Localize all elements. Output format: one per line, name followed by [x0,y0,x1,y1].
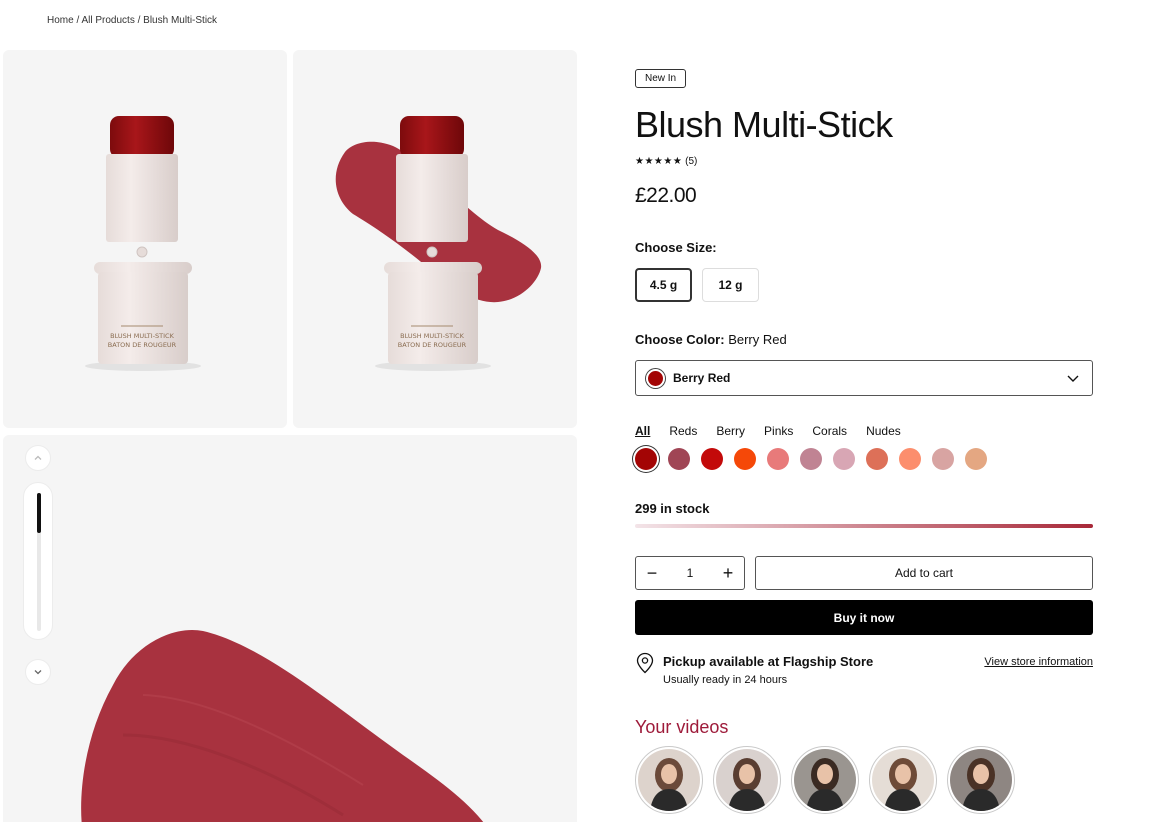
product-gallery: BLUSH MULTI-STICK BATON DE ROUGEUR BLUSH… [3,50,577,822]
product-price: £22.00 [635,184,697,207]
scroll-thumb[interactable] [37,493,41,533]
video-preview-image [950,749,1012,811]
color-swatch[interactable] [899,448,921,470]
color-dropdown[interactable]: Berry Red [635,360,1093,396]
quantity-value[interactable]: 1 [687,566,694,580]
selected-color-name: Berry Red [728,332,787,347]
svg-text:BLUSH MULTI-STICK: BLUSH MULTI-STICK [400,332,464,340]
quantity-decrease-button[interactable]: − [645,564,659,582]
gallery-image-stick[interactable]: BLUSH MULTI-STICK BATON DE ROUGEUR [3,50,287,428]
filter-tab-all[interactable]: All [635,424,650,438]
pickup-subtitle: Usually ready in 24 hours [663,674,788,686]
size-option-small[interactable]: 4.5 g [635,268,692,302]
gallery-scroll-track[interactable] [23,482,53,640]
color-label-text: Choose Color: [635,332,725,347]
videos-heading: Your videos [635,717,729,737]
color-swatch[interactable] [635,448,657,470]
video-thumbnail[interactable] [869,746,937,814]
color-swatch[interactable] [965,448,987,470]
gallery-image-stick-swatch[interactable]: BLUSH MULTI-STICK BATON DE ROUGEUR [293,50,577,428]
filter-tab-pinks[interactable]: Pinks [764,424,793,438]
filter-tab-nudes[interactable]: Nudes [866,424,901,438]
quantity-stepper: − 1 + [635,556,745,590]
pickup-info: Pickup available at Flagship Store Usual… [635,652,1093,692]
color-swatch[interactable] [800,448,822,470]
video-thumbnail[interactable] [635,746,703,814]
video-thumbnail[interactable] [713,746,781,814]
breadcrumb[interactable]: Home / All Products / Blush Multi-Stick [47,15,217,26]
color-swatch[interactable] [734,448,756,470]
gallery-up-button[interactable] [25,445,51,471]
color-label: Choose Color: Berry Red [635,332,787,347]
color-swatch[interactable] [701,448,723,470]
stock-level-bar [635,524,1093,528]
color-swatch[interactable] [833,448,855,470]
filter-tab-reds[interactable]: Reds [669,424,697,438]
size-label: Choose Size: [635,240,717,255]
size-options: 4.5 g 12 g [635,268,759,302]
review-count: (5) [685,156,698,167]
color-swatch[interactable] [866,448,888,470]
video-thumbnail[interactable] [791,746,859,814]
chevron-down-icon [1067,375,1079,382]
color-swatch[interactable] [767,448,789,470]
color-swatches [635,448,987,470]
color-dropdown-value: Berry Red [673,371,731,385]
video-preview-image [716,749,778,811]
video-preview-image [794,749,856,811]
location-pin-icon [636,652,654,674]
buy-now-button[interactable]: Buy it now [635,600,1093,635]
color-swatch[interactable] [932,448,954,470]
size-option-large[interactable]: 12 g [702,268,759,302]
gallery-image-texture[interactable] [3,435,577,822]
pickup-title: Pickup available at Flagship Store [663,654,874,669]
new-in-badge: New In [635,69,687,88]
svg-text:BATON DE ROUGEUR: BATON DE ROUGEUR [398,341,467,349]
svg-text:BLUSH MULTI-STICK: BLUSH MULTI-STICK [110,332,174,340]
selected-color-swatch [646,368,665,388]
color-swatch[interactable] [668,448,690,470]
chevron-down-icon [34,670,42,675]
svg-text:BATON DE ROUGEUR: BATON DE ROUGEUR [108,341,177,349]
filter-tab-corals[interactable]: Corals [812,424,847,438]
product-title: Blush Multi-Stick [635,104,893,145]
gallery-thumb-nav [23,445,53,685]
filter-tab-berry[interactable]: Berry [716,424,745,438]
color-filter-tabs: All Reds Berry Pinks Corals Nudes [635,424,901,438]
add-to-cart-button[interactable]: Add to cart [755,556,1093,590]
product-rating[interactable]: ★★★★★ (5) [635,156,697,167]
view-store-link[interactable]: View store information [984,656,1093,668]
video-preview-image [638,749,700,811]
star-rating-icon: ★★★★★ [635,156,683,167]
gallery-down-button[interactable] [25,659,51,685]
video-thumbnail[interactable] [947,746,1015,814]
stock-status: 299 in stock [635,501,710,516]
quantity-increase-button[interactable]: + [721,564,735,582]
video-list [635,746,1015,814]
video-preview-image [872,749,934,811]
chevron-up-icon [34,455,42,460]
